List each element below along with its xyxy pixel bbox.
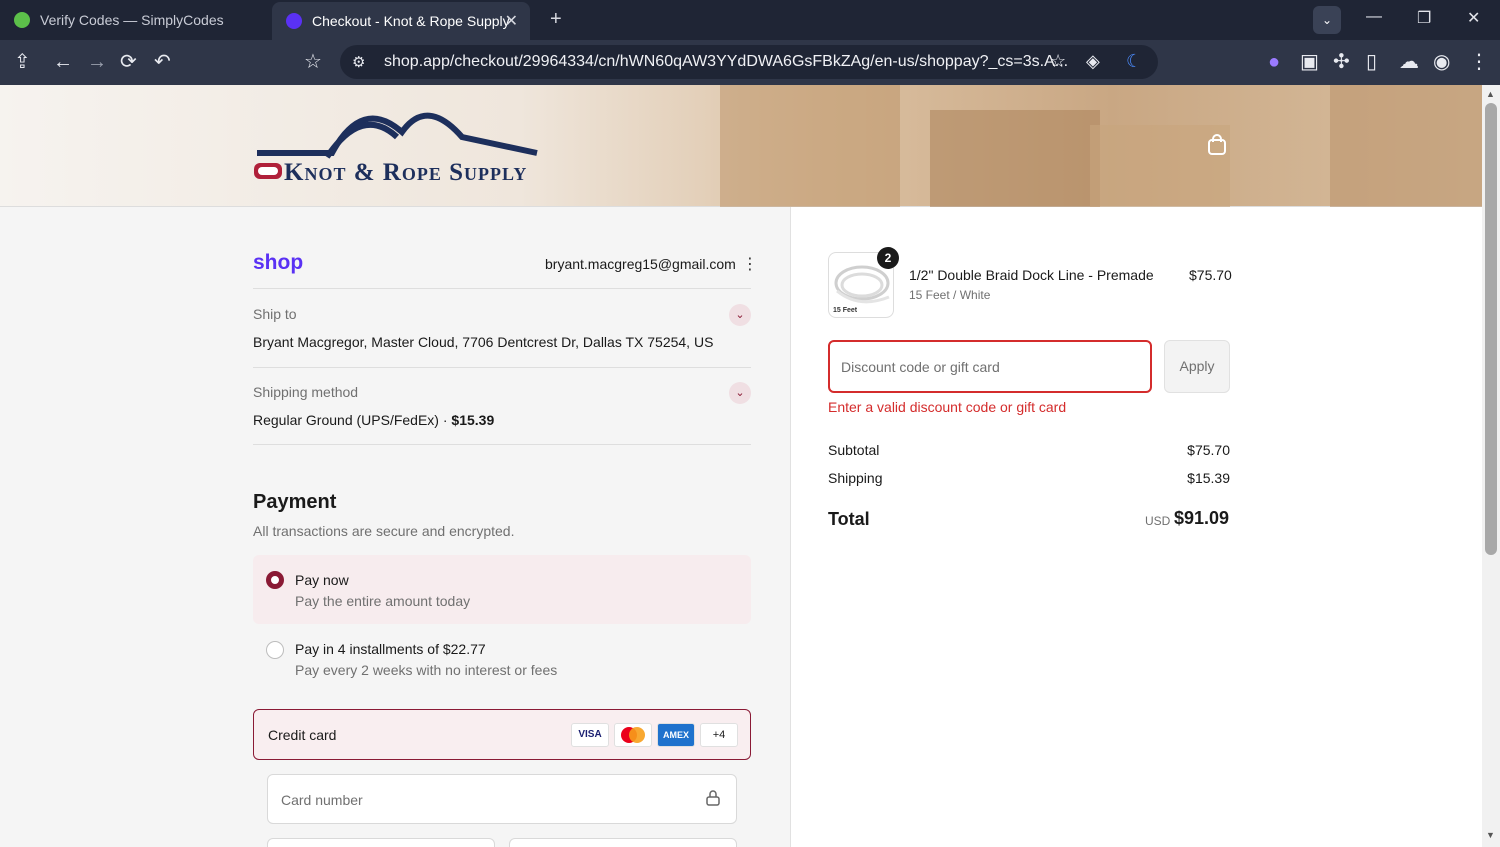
pay-now-radio[interactable]	[266, 571, 284, 589]
total-label: Total	[828, 509, 870, 529]
reload-icon[interactable]: ⟳	[120, 50, 137, 74]
subtotal-value: $75.70	[1187, 442, 1230, 458]
installments-title: Pay in 4 installments of $22.77	[295, 641, 486, 657]
lock-icon	[706, 790, 720, 809]
side-panel-icon[interactable]: ▯	[1366, 50, 1377, 74]
scrollbar-thumb[interactable]	[1485, 103, 1497, 555]
checkout-form-pane: shop bryant.macgreg15@gmail.com ⋮ Ship t…	[0, 207, 790, 847]
account-email: bryant.macgreg15@gmail.com	[545, 256, 736, 272]
ship-to-address: Bryant Macgregor, Master Cloud, 7706 Den…	[253, 334, 714, 350]
page-scrollbar[interactable]: ▲ ▼	[1482, 85, 1500, 847]
forward-icon[interactable]: →	[87, 50, 107, 74]
layers-icon[interactable]: ◈	[1086, 51, 1100, 72]
store-brand-name: Knot & Rope Supply	[284, 159, 528, 186]
pay-now-subtitle: Pay the entire amount today	[295, 593, 471, 609]
mastercard-card-icon	[614, 723, 652, 747]
product-price: $75.70	[1189, 267, 1232, 283]
divider	[253, 367, 751, 368]
address-bar[interactable]: ⚙ shop.app/checkout/29964334/cn/hWN60qAW…	[340, 45, 1158, 79]
total-currency: USD	[1145, 514, 1171, 528]
divider	[253, 288, 751, 289]
quantity-badge: 2	[877, 247, 899, 269]
close-window-icon[interactable]: ✕	[1467, 8, 1480, 28]
minimize-icon[interactable]: —	[1366, 8, 1382, 26]
extensions-puzzle-icon[interactable]: ✣	[1333, 50, 1350, 74]
checkout-page: Knot & Rope Supply shop bryant.macgreg15…	[0, 85, 1482, 847]
card-number-placeholder: Card number	[281, 792, 363, 808]
shipping-method-expand-chevron-icon[interactable]: ⌄	[729, 382, 751, 404]
amex-card-icon: AMEX	[657, 723, 695, 747]
undo-icon[interactable]: ↶	[154, 50, 171, 74]
discount-error-message: Enter a valid discount code or gift card	[828, 399, 1067, 415]
order-summary-pane: 15 Feet 2 1/2" Double Braid Dock Line - …	[790, 207, 1482, 847]
security-code-field[interactable]	[509, 838, 737, 847]
card-number-field[interactable]: Card number	[267, 774, 737, 824]
total-value: $91.09	[1174, 508, 1230, 528]
visa-card-icon: VISA	[571, 723, 609, 747]
tab-checkout[interactable]: Checkout - Knot & Rope Supply ✕	[272, 2, 530, 40]
restore-icon[interactable]: ❐	[1417, 8, 1431, 28]
credit-card-option[interactable]: Credit card VISA AMEX +4	[253, 709, 751, 760]
divider	[253, 444, 751, 445]
browser-tab-bar: Verify Codes — SimplyCodes Checkout - Kn…	[0, 0, 1500, 40]
shipping-method-value: Regular Ground (UPS/FedEx) · $15.39	[253, 412, 494, 428]
dark-mode-moon-icon[interactable]: ☾	[1126, 51, 1142, 72]
tab-title: Verify Codes — SimplyCodes	[40, 12, 224, 28]
tab-search-dropdown-icon[interactable]: ⌄	[1313, 6, 1341, 34]
shipping-method-price: $15.39	[451, 412, 495, 428]
site-info-icon[interactable]: ⚙	[352, 53, 365, 71]
discount-code-input[interactable]: Discount code or gift card	[828, 340, 1152, 393]
store-header-banner: Knot & Rope Supply	[0, 85, 1482, 207]
product-variant: 15 Feet / White	[909, 288, 991, 302]
close-tab-icon[interactable]: ✕	[505, 11, 518, 31]
scroll-down-arrow-icon[interactable]: ▼	[1486, 830, 1495, 840]
menu-kebab-icon[interactable]: ⋮	[1469, 50, 1489, 74]
store-logo[interactable]: Knot & Rope Supply	[252, 107, 542, 187]
cloud-upload-icon[interactable]: ☁	[1399, 50, 1419, 74]
shipping-value: $15.39	[1187, 470, 1230, 486]
installments-subtitle: Pay every 2 weeks with no interest or fe…	[295, 662, 558, 678]
apply-discount-button[interactable]: Apply	[1164, 340, 1230, 393]
payment-title: Payment	[253, 491, 337, 513]
tab-title: Checkout - Knot & Rope Supply	[312, 13, 510, 29]
bookmark-star-icon[interactable]: ☆	[304, 50, 322, 74]
discount-placeholder: Discount code or gift card	[841, 359, 1000, 375]
bookmark-star-icon[interactable]: ☆	[1050, 51, 1066, 72]
pay-in-installments-option[interactable]: Pay in 4 installments of $22.77 Pay ever…	[253, 625, 751, 694]
extension-shop-icon[interactable]: ●	[1268, 50, 1280, 74]
installments-radio[interactable]	[266, 641, 284, 659]
simplycodes-favicon-icon	[14, 12, 30, 28]
product-name: 1/2" Double Braid Dock Line - Premade	[909, 267, 1154, 283]
extension-icon[interactable]: ▣	[1300, 50, 1319, 74]
account-menu-icon[interactable]: ⋮	[742, 254, 758, 274]
upload-icon[interactable]: ⇪	[14, 50, 31, 74]
shipping-label: Shipping	[828, 470, 883, 486]
scroll-up-arrow-icon[interactable]: ▲	[1486, 89, 1495, 99]
subtotal-label: Subtotal	[828, 442, 880, 458]
back-icon[interactable]: ←	[53, 50, 73, 74]
ship-to-expand-chevron-icon[interactable]: ⌄	[729, 304, 751, 326]
pay-now-option[interactable]: Pay now Pay the entire amount today	[253, 555, 751, 624]
product-thumbnail-label: 15 Feet	[833, 307, 858, 314]
payment-subtitle: All transactions are secure and encrypte…	[253, 523, 515, 539]
pay-now-title: Pay now	[295, 572, 349, 588]
tab-simplycodes[interactable]: Verify Codes — SimplyCodes	[0, 0, 270, 40]
shop-favicon-icon	[286, 13, 302, 29]
shipping-method-name: Regular Ground (UPS/FedEx) ·	[253, 412, 452, 428]
shop-pay-logo: shop	[253, 251, 304, 274]
more-cards-badge: +4	[700, 723, 738, 747]
shipping-method-label: Shipping method	[253, 384, 359, 400]
expiration-date-field[interactable]	[267, 838, 495, 847]
new-tab-icon[interactable]: +	[550, 8, 562, 31]
ship-to-label: Ship to	[253, 306, 297, 322]
cart-bag-icon[interactable]	[1207, 134, 1227, 161]
url-text: shop.app/checkout/29964334/cn/hWN60qAW3Y…	[384, 53, 1069, 70]
profile-avatar-icon[interactable]: ◉	[1433, 50, 1450, 74]
credit-card-label: Credit card	[268, 727, 337, 743]
